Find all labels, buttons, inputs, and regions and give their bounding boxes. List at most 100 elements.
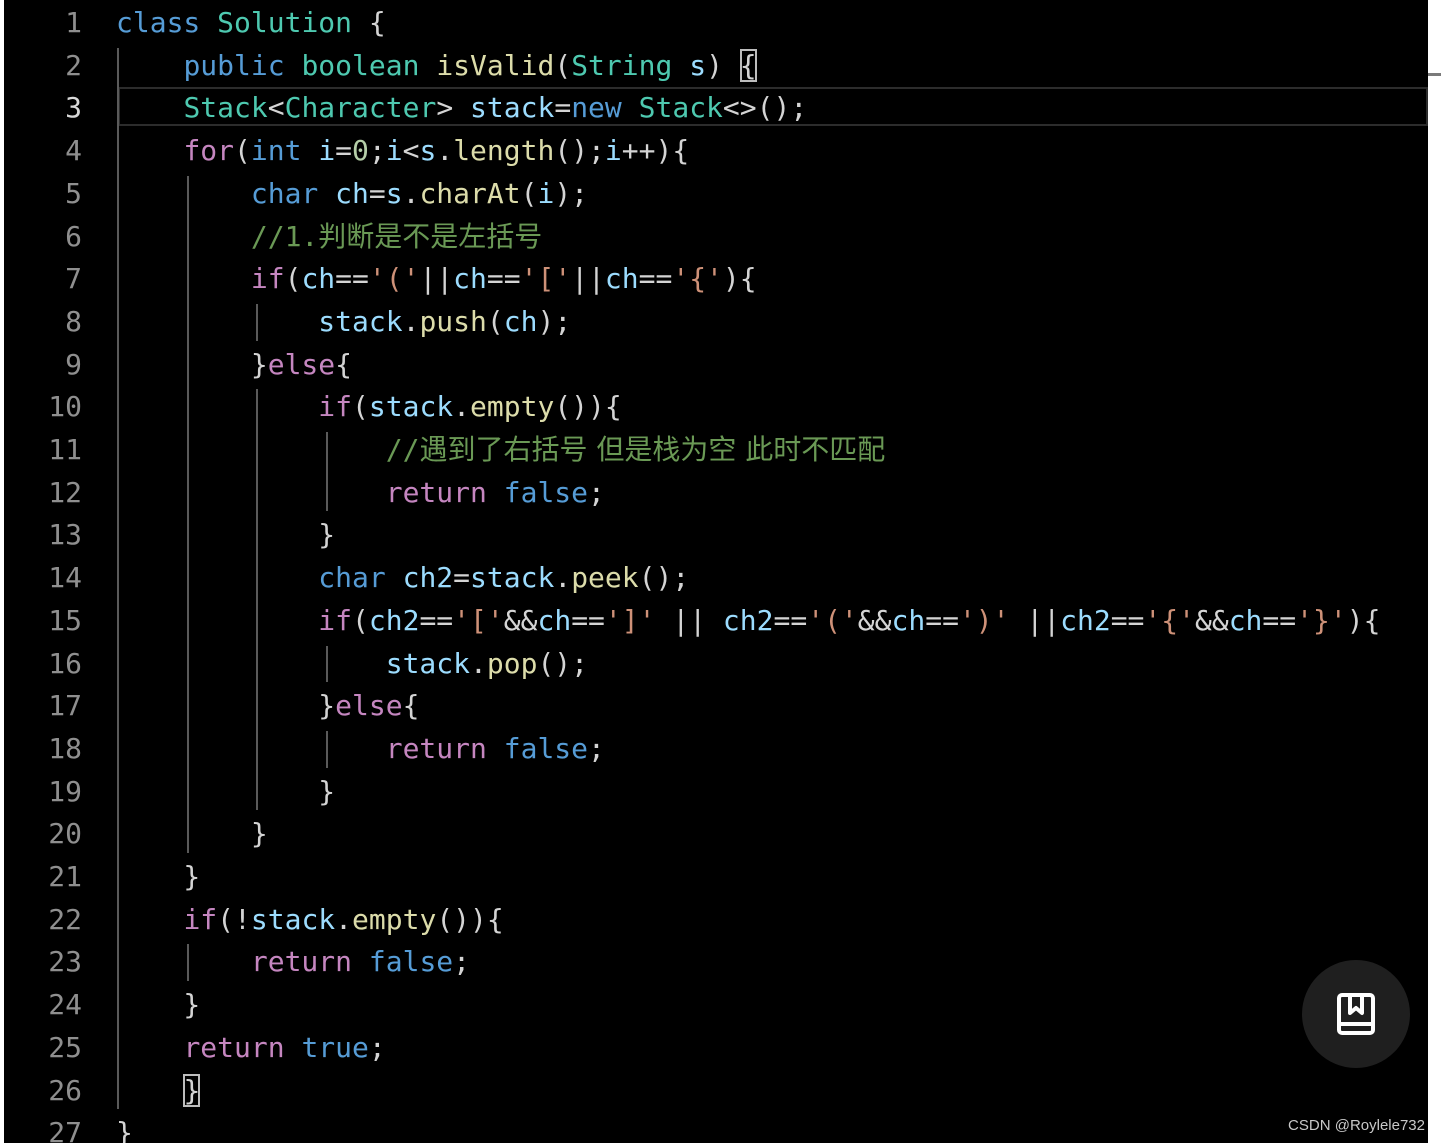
code-token: empty <box>470 390 555 424</box>
code-token: return <box>385 475 487 509</box>
code-token: Character <box>284 91 437 125</box>
code-token: || <box>419 262 454 296</box>
code-token: int <box>250 134 302 168</box>
code-line[interactable]: if(ch2=='['&&ch==']' || ch2=='('&&ch==')… <box>116 599 1380 642</box>
code-token: '(' <box>807 603 858 637</box>
code-editor[interactable]: 1 2 3 4 5 6 7 8 9 10 11 12 13 14 15 16 17 18 19 20 21 22 23 24 2… <box>4 0 1428 1143</box>
line-number: 5 <box>65 176 82 210</box>
code-line[interactable]: stack.push(ch); <box>116 300 571 343</box>
code-token: length <box>453 134 555 168</box>
code-token: && <box>857 603 892 637</box>
line-number: 15 <box>48 603 82 637</box>
code-token: } <box>116 347 268 381</box>
code-line[interactable]: } <box>116 1069 201 1112</box>
code-token: = <box>368 176 386 210</box>
code-line[interactable]: if(!stack.empty()){ <box>116 898 504 941</box>
code-token: s <box>419 134 437 168</box>
code-token: (); <box>638 561 690 595</box>
code-token: . <box>554 561 572 595</box>
code-token: ) <box>706 48 740 82</box>
code-line[interactable]: Stack<Character> stack=new Stack<>(); <box>116 86 807 129</box>
code-token: ( <box>554 48 572 82</box>
code-token: stack <box>385 646 471 680</box>
code-line[interactable]: return false; <box>116 940 470 983</box>
code-token: ); <box>537 304 572 338</box>
code-line[interactable]: //遇到了右括号 但是栈为空 此时不匹配 <box>116 428 886 471</box>
code-line[interactable]: }else{ <box>116 684 419 727</box>
code-token: == <box>335 262 369 296</box>
code-line[interactable]: char ch2=stack.peek(); <box>116 556 689 599</box>
vertical-scrollbar[interactable] <box>1428 0 1441 1143</box>
code-token: { <box>402 689 420 723</box>
code-token: ; <box>368 1030 386 1064</box>
code-token: . <box>402 176 420 210</box>
code-token: == <box>486 262 521 296</box>
code-line[interactable]: return true; <box>116 1026 386 1069</box>
code-token: stack <box>250 902 336 936</box>
code-token: { <box>352 6 386 39</box>
code-token: '{' <box>1144 603 1195 637</box>
code-token: s <box>385 176 403 210</box>
code-token: ch2 <box>368 603 420 637</box>
code-token: '{' <box>672 262 723 296</box>
code-token: { <box>739 48 757 82</box>
code-token: stack <box>470 561 555 595</box>
code-token: return <box>250 945 353 979</box>
code-token: 0 <box>352 134 369 168</box>
code-line[interactable]: if(stack.empty()){ <box>116 385 621 428</box>
line-number: 27 <box>48 1116 82 1143</box>
code-line[interactable]: return false; <box>116 471 605 514</box>
code-line[interactable]: for(int i=0;i<s.length();i++){ <box>116 129 689 172</box>
bookmark-book-icon <box>1337 993 1375 1035</box>
line-number: 21 <box>48 860 82 893</box>
code-token: == <box>571 603 605 637</box>
code-token: ch <box>453 262 487 296</box>
code-token: ); <box>554 176 589 210</box>
line-number: 1 <box>65 6 82 39</box>
code-line[interactable]: } <box>116 770 335 813</box>
bookmark-button[interactable] <box>1302 960 1410 1068</box>
code-line[interactable]: if(ch=='('||ch=='['||ch=='{'){ <box>116 257 757 300</box>
code-token: == <box>638 262 673 296</box>
code-line[interactable]: } <box>116 855 200 898</box>
code-token: = <box>554 91 572 125</box>
code-token: { <box>335 347 353 381</box>
code-line[interactable]: stack.pop(); <box>116 642 588 685</box>
line-number: 25 <box>48 1030 82 1064</box>
code-line[interactable]: } <box>116 513 335 556</box>
code-token: // <box>385 433 420 466</box>
code-line[interactable]: }else{ <box>116 343 352 386</box>
code-token: if <box>183 902 218 936</box>
code-line[interactable]: class Solution { <box>116 1 386 44</box>
code-line[interactable]: public boolean isValid(String s) { <box>116 44 757 87</box>
code-token: stack <box>368 390 454 424</box>
code-token: ( <box>520 176 538 210</box>
code-line[interactable]: //1.判断是不是左括号 <box>116 215 542 258</box>
code-token: && <box>1194 603 1229 637</box>
code-line[interactable]: } <box>116 812 268 855</box>
code-line[interactable]: return false; <box>116 727 605 770</box>
code-token: } <box>116 817 268 851</box>
code-token: } <box>183 1073 201 1107</box>
code-line[interactable]: } <box>116 1111 133 1143</box>
code-token: false <box>503 475 589 509</box>
code-token: } <box>116 988 201 1022</box>
code-line[interactable]: } <box>116 983 200 1026</box>
code-token: == <box>419 603 454 637</box>
code-token: ()){ <box>436 902 504 936</box>
code-token: else <box>335 689 403 723</box>
code-line[interactable]: char ch=s.charAt(i); <box>116 172 588 215</box>
code-token: ( <box>352 603 369 637</box>
code-token: peek <box>571 561 639 595</box>
